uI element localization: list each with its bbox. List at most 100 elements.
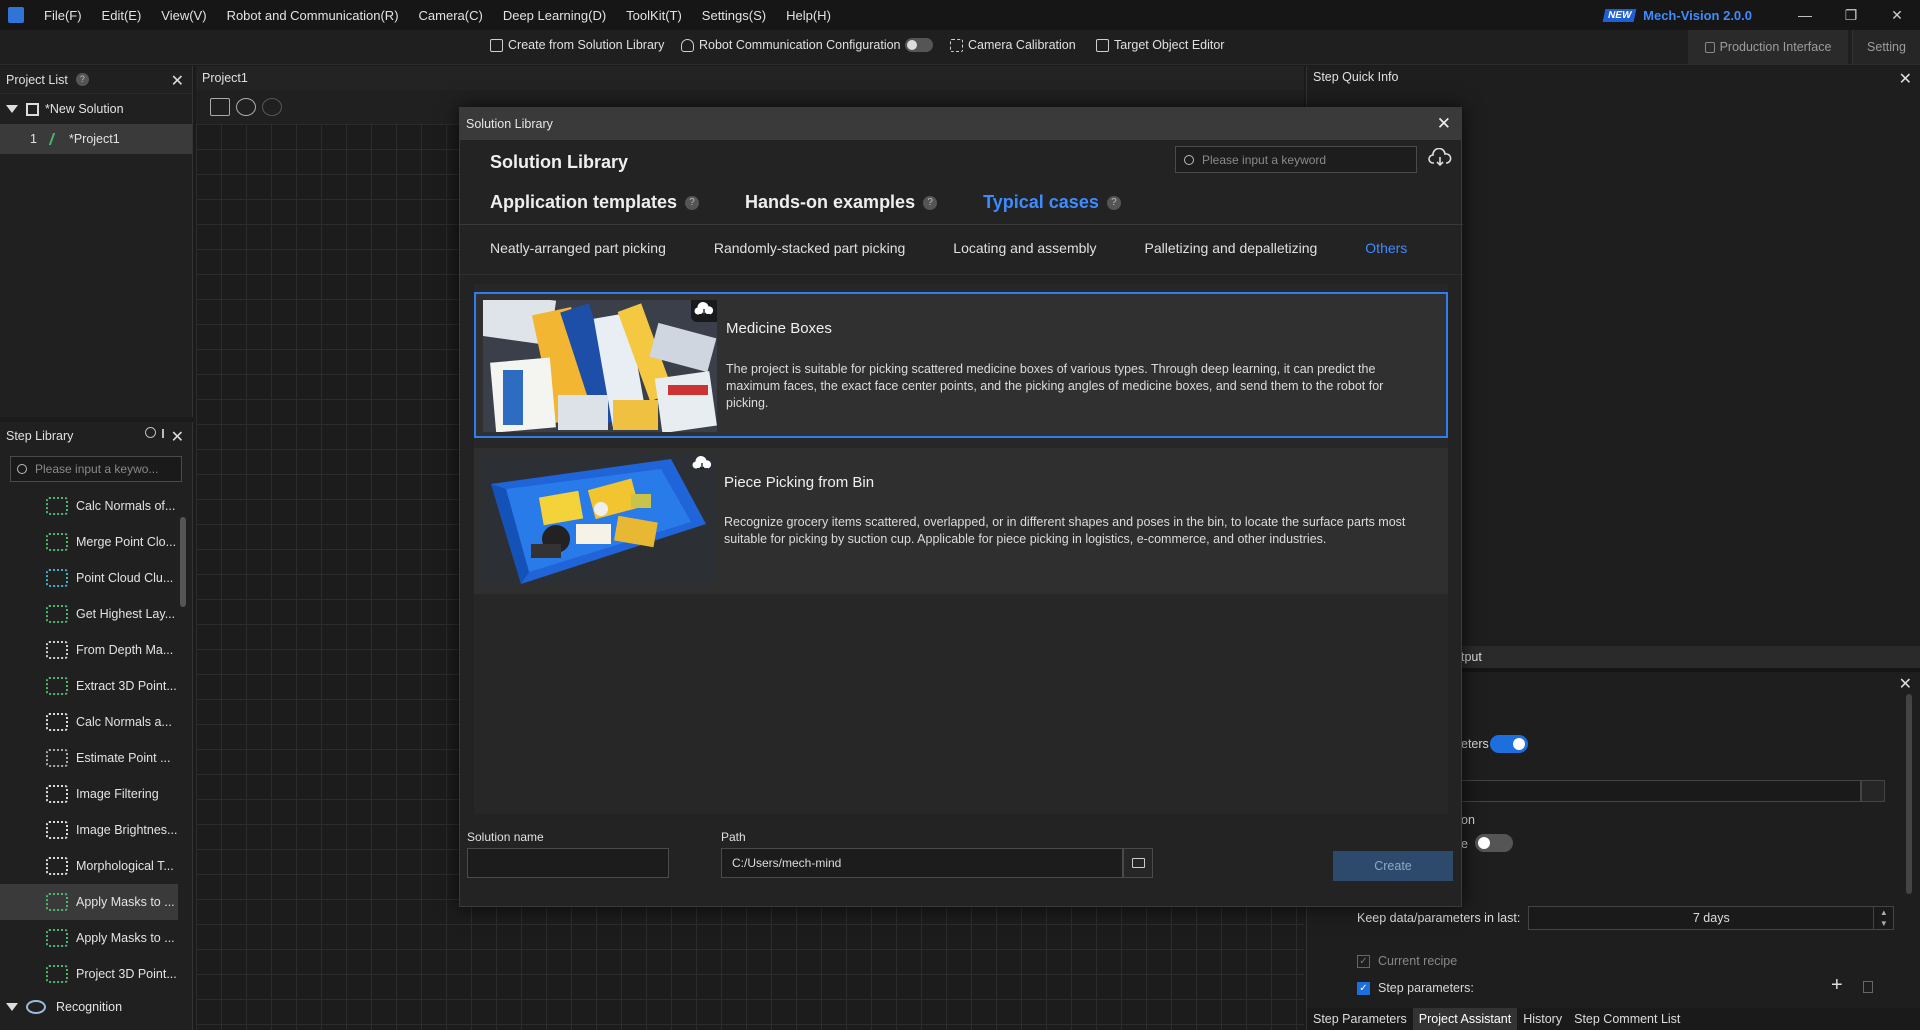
help-icon[interactable]: ? bbox=[923, 195, 938, 210]
step-item[interactable]: Morphological T... bbox=[0, 848, 178, 884]
close-window-button[interactable]: ✕ bbox=[1874, 7, 1920, 24]
step-item[interactable]: Estimate Point ... bbox=[0, 740, 178, 776]
step-search-input[interactable]: Please input a keywo... bbox=[10, 456, 182, 482]
subtab-others[interactable]: Others bbox=[1365, 240, 1407, 256]
step-item[interactable]: Merge Point Clo... bbox=[0, 524, 178, 560]
menu-view[interactable]: View(V) bbox=[151, 8, 216, 23]
checkbox-icon[interactable]: ✓ bbox=[1357, 954, 1370, 968]
close-icon[interactable]: ✕ bbox=[171, 427, 184, 447]
normals-icon bbox=[46, 497, 68, 515]
subtab-randomly-stacked[interactable]: Randomly-stacked part picking bbox=[714, 240, 905, 256]
subtab-locating-assembly[interactable]: Locating and assembly bbox=[953, 240, 1096, 256]
canvas-tab[interactable]: Project1 bbox=[196, 66, 1304, 90]
cloud-download-icon[interactable] bbox=[691, 300, 717, 322]
restore-button[interactable]: ❐ bbox=[1828, 7, 1874, 24]
undo-icon[interactable] bbox=[236, 98, 256, 116]
menu-edit[interactable]: Edit(E) bbox=[92, 8, 152, 23]
save-path-field[interactable] bbox=[1461, 780, 1861, 802]
step-library-scrollbar[interactable] bbox=[180, 517, 186, 607]
close-icon[interactable]: ✕ bbox=[1899, 674, 1912, 694]
current-recipe-row[interactable]: ✓ Current recipe bbox=[1357, 954, 1457, 968]
step-item[interactable]: Project 3D Point... bbox=[0, 956, 178, 992]
redo-icon[interactable] bbox=[262, 98, 282, 116]
add-icon[interactable]: + bbox=[1831, 974, 1843, 997]
folder-icon[interactable] bbox=[1861, 780, 1885, 802]
expand-arrow-icon[interactable] bbox=[6, 105, 18, 113]
step-item[interactable]: Extract 3D Point... bbox=[0, 668, 178, 704]
menu-file[interactable]: File(F) bbox=[34, 8, 92, 23]
production-interface-button[interactable]: Production Interface bbox=[1688, 30, 1848, 64]
create-from-library-button[interactable]: Create from Solution Library bbox=[490, 38, 664, 52]
dialog-heading: Solution Library bbox=[490, 152, 629, 172]
app-title[interactable]: Mech-Vision 2.0.0 bbox=[1643, 8, 1752, 23]
delete-icon[interactable] bbox=[1863, 981, 1873, 993]
card-description: Recognize grocery items scattered, overl… bbox=[724, 515, 1406, 546]
menu-settings[interactable]: Settings(S) bbox=[692, 8, 776, 23]
keep-days-spinbox[interactable]: 7 days ▲ ▼ bbox=[1528, 906, 1895, 930]
step-item[interactable]: Calc Normals a... bbox=[0, 704, 178, 740]
settings-gear-icon[interactable] bbox=[145, 427, 156, 438]
menu-help[interactable]: Help(H) bbox=[776, 8, 841, 23]
step-item-label: Extract 3D Point... bbox=[76, 679, 177, 693]
close-icon[interactable]: ✕ bbox=[171, 71, 184, 91]
tab-project-assistant[interactable]: Project Assistant bbox=[1412, 1008, 1518, 1030]
menu-toolkit[interactable]: ToolKit(T) bbox=[616, 8, 692, 23]
menu-camera[interactable]: Camera(C) bbox=[409, 8, 493, 23]
save-icon[interactable] bbox=[210, 98, 230, 116]
solution-name-field[interactable] bbox=[467, 848, 669, 878]
step-item[interactable]: Apply Masks to ... bbox=[0, 884, 178, 920]
tab-application-templates[interactable]: Application templates ? bbox=[490, 192, 700, 213]
lower-panel-scrollbar[interactable] bbox=[1906, 694, 1912, 894]
spin-arrows-icon[interactable]: ▲ ▼ bbox=[1873, 907, 1893, 929]
close-icon[interactable]: ✕ bbox=[1437, 114, 1451, 134]
new-badge[interactable]: NEW bbox=[1602, 8, 1637, 22]
solution-row[interactable]: *New Solution bbox=[0, 94, 192, 124]
step-item[interactable]: Point Cloud Clu... bbox=[0, 560, 178, 596]
target-object-editor-button[interactable]: Target Object Editor bbox=[1096, 38, 1224, 52]
solution-card-piece-picking[interactable]: Piece Picking from Bin Recognize grocery… bbox=[474, 448, 1448, 594]
cloud-download-icon[interactable] bbox=[689, 454, 715, 476]
project-row[interactable]: 1 *Project1 bbox=[0, 124, 192, 154]
tab-hands-on-examples[interactable]: Hands-on examples ? bbox=[745, 192, 938, 213]
camera-calibration-button[interactable]: Camera Calibration bbox=[950, 38, 1076, 52]
help-icon[interactable]: ? bbox=[685, 195, 700, 210]
recognition-group-row[interactable]: Recognition bbox=[0, 992, 192, 1022]
step-item[interactable]: From Depth Ma... bbox=[0, 632, 178, 668]
solution-card-medicine-boxes[interactable]: Medicine Boxes The project is suitable f… bbox=[474, 292, 1448, 438]
robot-comm-config-button[interactable]: Robot Communication Configuration bbox=[681, 38, 933, 52]
separator-icon bbox=[162, 429, 164, 438]
tab-history[interactable]: History bbox=[1517, 1008, 1568, 1030]
divider bbox=[460, 224, 1463, 225]
tab-step-comment-list[interactable]: Step Comment List bbox=[1568, 1008, 1686, 1030]
browse-folder-button[interactable] bbox=[1123, 848, 1153, 878]
option-toggle[interactable] bbox=[1475, 834, 1513, 852]
library-search-placeholder: Please input a keyword bbox=[1202, 152, 1327, 167]
path-field[interactable]: C:/Users/mech-mind bbox=[721, 848, 1123, 878]
library-search-input[interactable]: Please input a keyword bbox=[1175, 146, 1417, 173]
expand-arrow-icon[interactable] bbox=[6, 1003, 18, 1011]
setting-button[interactable]: Setting bbox=[1852, 30, 1920, 64]
step-item[interactable]: Image Filtering bbox=[0, 776, 178, 812]
close-icon[interactable]: ✕ bbox=[1899, 69, 1912, 89]
checkbox-checked-icon[interactable]: ✓ bbox=[1357, 981, 1370, 995]
help-icon[interactable]: ? bbox=[75, 73, 89, 86]
help-icon[interactable]: ? bbox=[1106, 195, 1121, 210]
create-button[interactable]: Create bbox=[1333, 851, 1453, 881]
robot-comm-toggle[interactable] bbox=[904, 38, 933, 52]
menu-robot-communication[interactable]: Robot and Communication(R) bbox=[217, 8, 409, 23]
step-item[interactable]: Get Highest Lay... bbox=[0, 596, 178, 632]
step-item[interactable]: Calc Normals of... bbox=[0, 488, 178, 524]
menu-deep-learning[interactable]: Deep Learning(D) bbox=[493, 8, 616, 23]
dialog-titlebar[interactable]: Solution Library ✕ bbox=[460, 108, 1461, 140]
tab-typical-cases[interactable]: Typical cases ? bbox=[983, 192, 1121, 213]
step-item-label: Apply Masks to ... bbox=[76, 931, 175, 945]
save-params-toggle[interactable] bbox=[1490, 735, 1528, 753]
tab-step-parameters[interactable]: Step Parameters bbox=[1307, 1008, 1413, 1030]
subtab-palletizing[interactable]: Palletizing and depalletizing bbox=[1145, 240, 1318, 256]
minimize-button[interactable]: — bbox=[1782, 7, 1828, 23]
step-item[interactable]: Image Brightnes... bbox=[0, 812, 178, 848]
step-parameters-row[interactable]: ✓ Step parameters: bbox=[1357, 981, 1474, 995]
subtab-neatly-arranged[interactable]: Neatly-arranged part picking bbox=[490, 240, 666, 256]
step-item[interactable]: Apply Masks to ... bbox=[0, 920, 178, 956]
cloud-download-icon[interactable] bbox=[1428, 148, 1452, 168]
